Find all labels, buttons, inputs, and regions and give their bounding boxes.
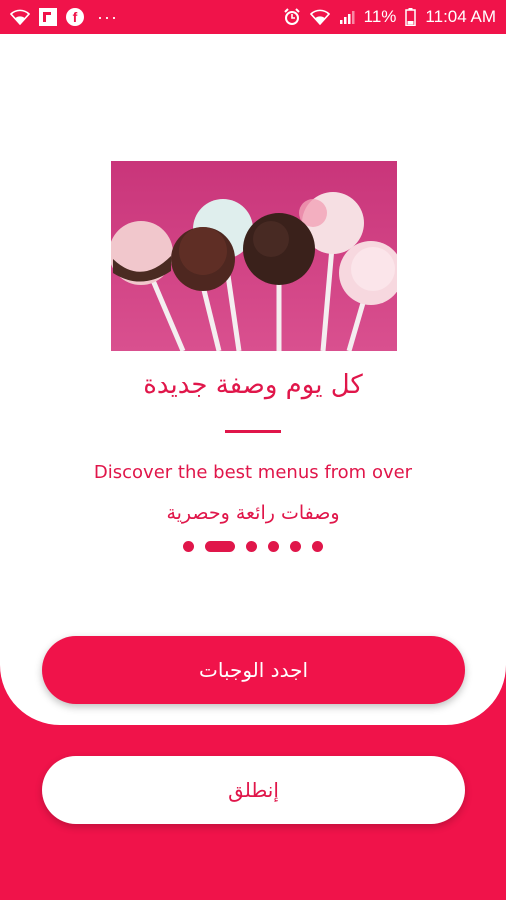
wifi-icon [309, 9, 330, 25]
onboarding-title: كل يوم وصفة جديدة [143, 370, 363, 400]
onboarding-description-en: Discover the best menus from over [93, 462, 413, 483]
start-button[interactable]: إنطلق [42, 756, 465, 824]
page-indicator [0, 541, 506, 552]
status-bar-left: f ··· [10, 7, 118, 28]
page-dot-active[interactable] [205, 541, 235, 552]
page-dot[interactable] [290, 541, 301, 552]
status-bar-right: 11% 11:04 AM [283, 7, 496, 27]
onboarding-description-ar: وصفات رائعة وحصرية [166, 502, 340, 524]
flipboard-icon [39, 8, 57, 26]
wifi-icon [10, 9, 30, 25]
title-divider [225, 430, 281, 433]
page-dot[interactable] [312, 541, 323, 552]
signal-icon [339, 9, 355, 25]
facebook-icon: f [66, 8, 84, 26]
page-dot[interactable] [268, 541, 279, 552]
hero-image-cake-pops [111, 161, 397, 351]
battery-percent: 11% [363, 7, 397, 26]
find-meals-button[interactable]: اجدد الوجبات [42, 636, 465, 704]
more-icon: ··· [97, 6, 118, 27]
page-dot[interactable] [246, 541, 257, 552]
alarm-icon [283, 8, 301, 26]
status-bar: f ··· 11% 11:04 AM [0, 0, 506, 34]
clock: 11:04 AM [425, 7, 496, 26]
battery-icon [405, 8, 417, 26]
page-dot[interactable] [183, 541, 194, 552]
